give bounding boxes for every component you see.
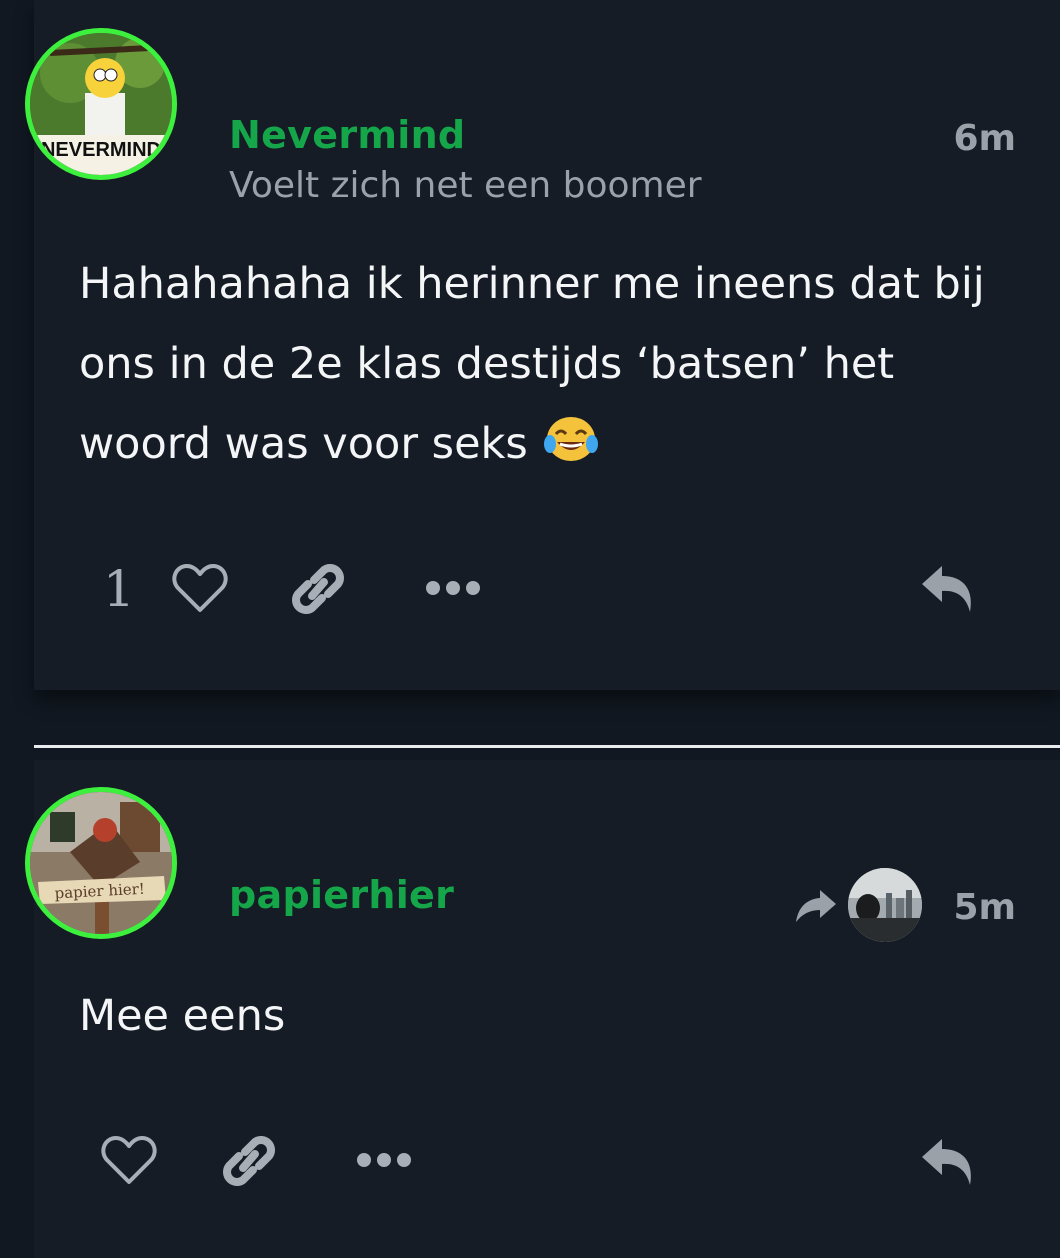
username[interactable]: Nevermind — [229, 113, 465, 157]
ellipsis-icon[interactable] — [355, 1150, 413, 1174]
post-time[interactable]: 5m — [953, 887, 1016, 928]
post-body: Mee eens — [79, 976, 1010, 1056]
divider — [34, 745, 1060, 748]
like-count: 1 — [103, 560, 135, 618]
avatar[interactable]: papier hier! — [25, 787, 177, 939]
link-icon[interactable] — [288, 560, 348, 622]
avatar-logo-text: NEVERMIND — [41, 139, 161, 161]
post-body-text: Hahahahaha ik herinner me ineens dat bij… — [79, 259, 985, 469]
tears-of-joy-emoji — [542, 410, 600, 461]
username[interactable]: papierhier — [229, 873, 454, 917]
avatar[interactable]: NEVERMIND — [25, 28, 177, 180]
post-body: Hahahahaha ik herinner me ineens dat bij… — [79, 244, 1010, 484]
reply-to-avatar[interactable] — [848, 868, 922, 942]
share-arrow-icon[interactable] — [792, 888, 838, 928]
reply-icon[interactable] — [920, 1137, 978, 1191]
heart-icon[interactable] — [172, 562, 228, 618]
user-title: Voelt zich net een boomer — [229, 165, 702, 206]
post-body-text: Mee eens — [79, 991, 286, 1041]
heart-icon[interactable] — [101, 1134, 157, 1190]
link-icon[interactable] — [219, 1132, 279, 1194]
ellipsis-icon[interactable] — [424, 578, 482, 602]
topic-page: NEVERMIND Nevermind Voelt zich net een b… — [0, 0, 1060, 1258]
reply-icon[interactable] — [920, 564, 978, 618]
post-time[interactable]: 6m — [953, 118, 1016, 159]
